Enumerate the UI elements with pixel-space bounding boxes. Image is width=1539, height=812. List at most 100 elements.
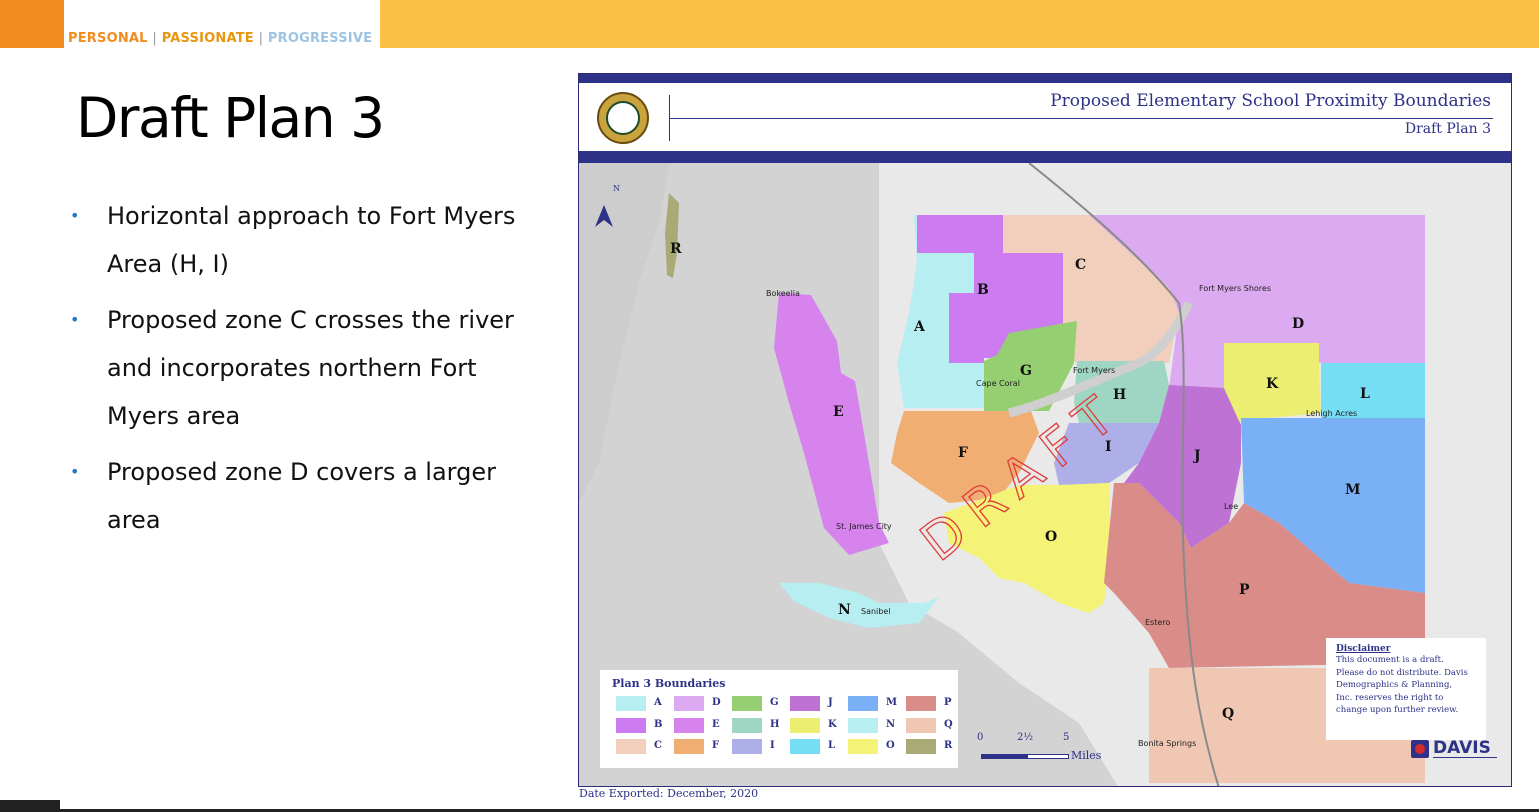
legend-swatch [616,696,646,711]
place-st-james-city: St. James City [836,522,892,531]
zone-label-k: K [1266,376,1279,392]
zone-label-q: Q [1222,706,1234,722]
bullet-dot: • [70,206,80,225]
legend-item-g: G [732,696,790,712]
legend-label: G [770,697,779,708]
tagline: PERSONAL | PASSIONATE | PROGRESSIVE [68,31,372,46]
legend-item-a: A [616,696,674,712]
legend-label: C [654,740,662,751]
bullet-item: • Proposed zone D covers a larger area [70,448,540,544]
legend-label: K [828,719,837,730]
disclaimer-line: This document is a draft. [1336,655,1444,665]
place-sanibel: Sanibel [861,607,891,616]
legend-item-j: J [790,696,848,712]
legend-item-c: C [616,739,674,755]
zone-label-a: A [913,319,926,335]
legend-swatch [674,718,704,733]
legend-swatch [848,696,878,711]
north-label: N [613,184,620,193]
legend-swatch [674,739,704,754]
legend-label: R [944,740,953,751]
legend-label: A [654,697,662,708]
legend-swatch [906,696,936,711]
scale-tick-mid: 2½ [1017,732,1034,743]
legend-label: I [770,740,775,751]
map-legend: Plan 3 Boundaries A B C D E F G H I J K … [600,670,958,768]
bullet-item: • Horizontal approach to Fort Myers Area … [70,192,540,288]
zone-label-d: D [1292,316,1304,332]
place-fort-myers-shores: Fort Myers Shores [1199,284,1271,293]
zone-label-n: N [838,602,851,618]
boundary-map: Proposed Elementary School Proximity Bou… [578,73,1512,787]
legend-item-e: E [674,718,732,734]
bullet-dot: • [70,462,80,481]
place-fort-myers: Fort Myers [1073,366,1115,375]
tagline-personal: PERSONAL [68,31,148,46]
zone-label-j: J [1192,448,1201,464]
zone-label-g: G [1020,363,1032,379]
zone-label-f: F [958,445,968,461]
scale-bar: 0 2½ 5 Miles [977,732,1127,772]
legend-swatch [732,739,762,754]
disclaimer-box: Disclaimer This document is a draft. Ple… [1326,638,1486,740]
bullet-text: Proposed zone D covers a larger area [107,458,496,534]
legend-swatch [732,696,762,711]
legend-label: H [770,719,780,730]
scale-segment-dark [981,754,1027,759]
legend-label: P [944,697,952,708]
disclaimer-title: Disclaimer [1336,644,1391,654]
seal-center [606,101,640,135]
legend-label: M [886,697,898,708]
zone-label-l: L [1360,386,1370,402]
legend-swatch [790,718,820,733]
zone-label-c: C [1075,257,1086,273]
zone-label-i: I [1105,439,1112,455]
disclaimer-line: change upon further review. [1336,705,1459,715]
tagline-passionate: PASSIONATE [161,31,254,46]
place-estero: Estero [1145,618,1170,627]
legend-swatch [906,739,936,754]
scale-tick-0: 0 [977,732,984,743]
legend-label: B [654,719,663,730]
map-top-band [579,74,1511,83]
legend-swatch [848,739,878,754]
zone-label-e: E [833,404,844,420]
legend-item-m: M [848,696,906,712]
zone-label-o: O [1045,529,1057,545]
legend-swatch [732,718,762,733]
zone-label-m: M [1345,482,1361,498]
legend-item-r: R [906,739,964,755]
legend-swatch [790,696,820,711]
legend-swatch [674,696,704,711]
legend-label: Q [944,719,953,730]
county-seal-icon [597,92,649,144]
legend-item-q: Q [906,718,964,734]
header-rule [669,118,1493,119]
bullet-text: Horizontal approach to Fort Myers Area (… [107,202,516,278]
tagline-separator: | [152,31,157,46]
davis-logo-icon [1411,740,1429,758]
legend-item-k: K [790,718,848,734]
legend-item-b: B [616,718,674,734]
legend-label: J [828,697,833,708]
bullet-item: • Proposed zone C crosses the river and i… [70,296,540,440]
legend-swatch [906,718,936,733]
legend-label: E [712,719,720,730]
davis-logo: DAVIS [1411,738,1497,766]
zone-label-r: R [670,241,682,257]
disclaimer-line: Please do not distribute. Davis [1336,667,1468,678]
map-header-band [579,151,1511,163]
zone-label-h: H [1113,387,1126,403]
map-header: Proposed Elementary School Proximity Bou… [579,83,1511,151]
davis-logo-text: DAVIS [1433,738,1491,758]
legend-item-i: I [732,739,790,755]
legend-swatch [848,718,878,733]
place-cape-coral: Cape Coral [976,379,1020,388]
disclaimer-line: Demographics & Planning, [1336,680,1453,690]
scale-tick-5: 5 [1063,732,1070,743]
legend-item-h: H [732,718,790,734]
scale-segment-light [1027,754,1069,759]
map-subtitle: Draft Plan 3 [1404,121,1491,137]
legend-swatch [790,739,820,754]
legend-label: F [712,740,720,751]
